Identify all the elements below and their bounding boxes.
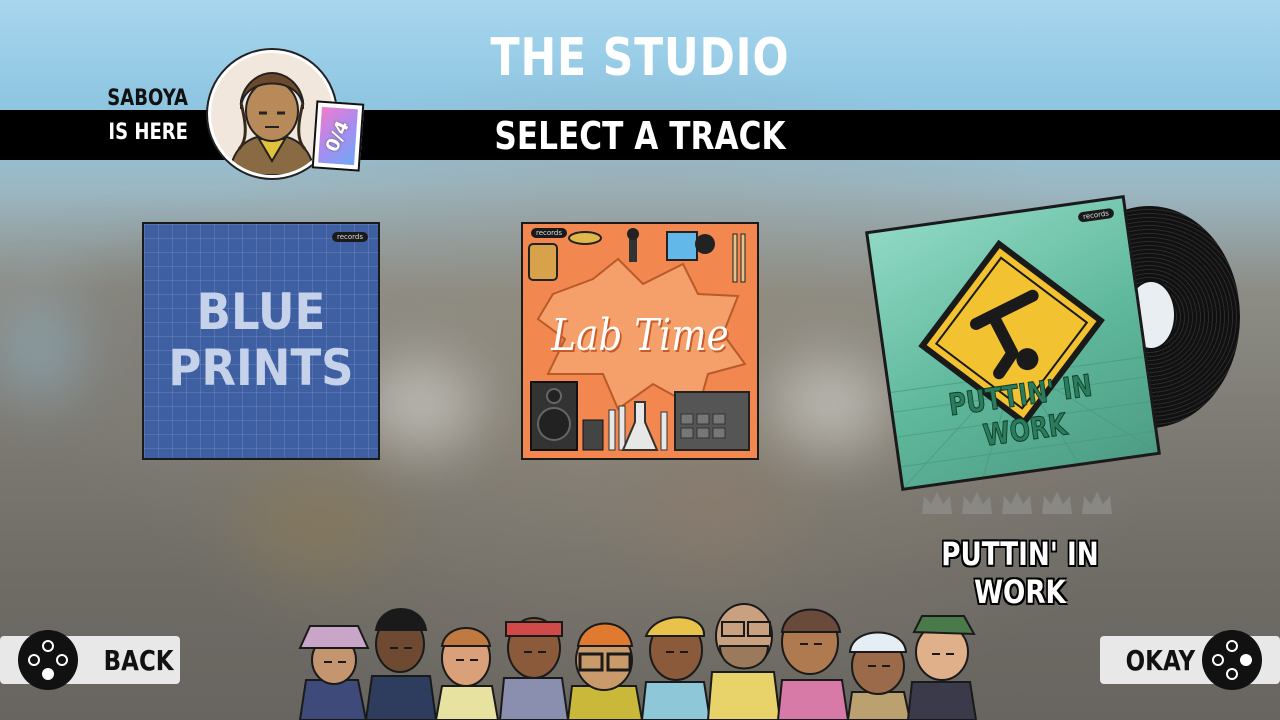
crown-icon bbox=[1042, 492, 1072, 514]
player-name: SABOYA bbox=[107, 86, 188, 111]
crown-icon bbox=[922, 492, 952, 514]
okay-label: OKAY bbox=[1125, 644, 1196, 677]
collection-card-badge: 0/4 bbox=[311, 100, 365, 172]
crown-icon bbox=[962, 492, 992, 514]
crown-icon bbox=[1082, 492, 1112, 514]
controller-face-buttons-icon bbox=[1202, 630, 1262, 690]
record-label-tag: records bbox=[531, 228, 568, 238]
album-lab-time[interactable]: records Lab Time bbox=[521, 222, 759, 460]
album-blue-prints[interactable]: records BLUE PRINTS bbox=[142, 222, 380, 460]
card-count: 0/4 bbox=[321, 117, 355, 155]
band-members-crowd bbox=[298, 603, 978, 720]
back-label: BACK bbox=[103, 644, 174, 677]
album-puttin-in-work[interactable]: records PUTTIN' IN WORK bbox=[865, 195, 1161, 491]
track-rating bbox=[920, 488, 1120, 522]
album-title-line2: PRINTS bbox=[168, 339, 354, 397]
crown-icon bbox=[1002, 492, 1032, 514]
record-label-tag: records bbox=[331, 232, 368, 242]
album-title-line1: BLUE bbox=[196, 283, 326, 341]
album-title: Lab Time bbox=[551, 310, 729, 361]
player-status: IS HERE bbox=[108, 120, 188, 145]
controller-face-buttons-icon bbox=[18, 630, 78, 690]
